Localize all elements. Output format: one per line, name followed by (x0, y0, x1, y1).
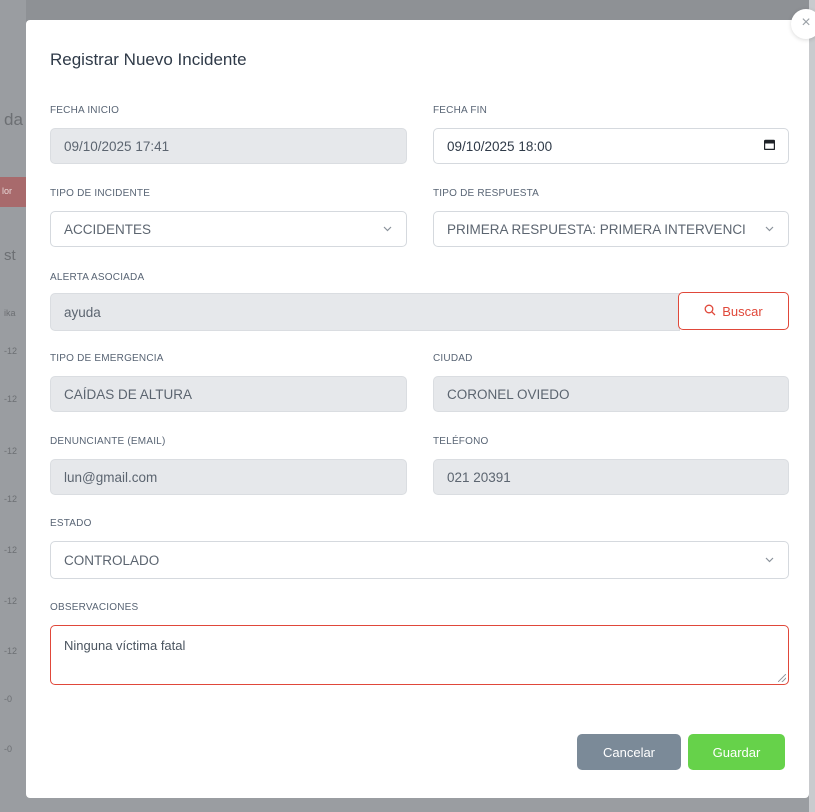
fecha-inicio-value: 09/10/2025 17:41 (64, 138, 170, 154)
fecha-inicio-label: FECHA INICIO (50, 105, 120, 116)
background-text: da (4, 110, 23, 129)
save-button[interactable]: Guardar (688, 734, 785, 770)
alerta-asociada-value: ayuda (64, 304, 101, 320)
fecha-fin-input[interactable]: 09/10/2025 18:00 (433, 128, 789, 164)
background-text: -12 (4, 545, 18, 555)
calendar-icon[interactable] (763, 139, 776, 153)
ciudad-field: CORONEL OVIEDO (433, 376, 789, 412)
denunciante-value: lun@gmail.com (64, 469, 158, 485)
observaciones-textarea[interactable]: Ninguna víctima fatal (50, 625, 789, 685)
tipo-emergencia-field: CAÍDAS DE ALTURA (50, 376, 407, 412)
background-text: -12 (4, 494, 18, 504)
background-text: ika (4, 308, 16, 318)
resize-handle-icon[interactable] (778, 674, 786, 682)
estado-value: CONTROLADO (64, 552, 160, 568)
cancel-button[interactable]: Cancelar (577, 734, 681, 770)
tipo-emergencia-value: CAÍDAS DE ALTURA (64, 386, 193, 402)
alerta-asociada-field: ayuda (50, 293, 680, 331)
background-text: -12 (4, 394, 18, 404)
ciudad-label: CIUDAD (433, 353, 473, 364)
tipo-respuesta-select[interactable]: PRIMERA RESPUESTA: PRIMERA INTERVENCI (433, 211, 789, 247)
tipo-emergencia-label: TIPO DE EMERGENCIA (50, 353, 164, 364)
background-button: lor (0, 177, 26, 207)
estado-select[interactable]: CONTROLADO (50, 541, 789, 579)
denunciante-label: DENUNCIANTE (EMAIL) (50, 436, 166, 447)
chevron-down-icon (763, 224, 775, 235)
background-text: st (4, 247, 16, 264)
background-text: -12 (4, 596, 18, 606)
ciudad-value: CORONEL OVIEDO (447, 386, 570, 402)
tipo-incidente-label: TIPO DE INCIDENTE (50, 188, 151, 199)
telefono-field: 021 20391 (433, 459, 789, 495)
background-page-edge (809, 0, 815, 812)
background-text: -0 (4, 694, 13, 704)
telefono-label: TELÉFONO (433, 436, 489, 447)
incident-modal: Registrar Nuevo Incidente FECHA INICIO 0… (26, 20, 809, 798)
chevron-down-icon (763, 555, 775, 566)
background-text: -12 (4, 646, 18, 656)
tipo-incidente-select[interactable]: ACCIDENTES (50, 211, 407, 247)
buscar-label: Buscar (722, 303, 763, 319)
telefono-value: 021 20391 (447, 469, 511, 485)
modal-title: Registrar Nuevo Incidente (50, 50, 247, 69)
alerta-asociada-label: ALERTA ASOCIADA (50, 272, 145, 283)
close-icon[interactable]: × (791, 9, 815, 39)
observaciones-value: Ninguna víctima fatal (64, 638, 186, 653)
tipo-respuesta-value: PRIMERA RESPUESTA: PRIMERA INTERVENCI (447, 221, 746, 237)
denunciante-field: lun@gmail.com (50, 459, 407, 495)
fecha-fin-value: 09/10/2025 18:00 (447, 138, 553, 154)
tipo-incidente-value: ACCIDENTES (64, 221, 152, 237)
buscar-button[interactable]: Buscar (678, 292, 789, 330)
fecha-inicio-field: 09/10/2025 17:41 (50, 128, 407, 164)
estado-label: ESTADO (50, 518, 92, 529)
background-text: -12 (4, 346, 18, 356)
background-text: -12 (4, 446, 18, 456)
tipo-respuesta-label: TIPO DE RESPUESTA (433, 188, 540, 199)
chevron-down-icon (381, 224, 393, 235)
fecha-fin-label: FECHA FIN (433, 105, 488, 116)
observaciones-label: OBSERVACIONES (50, 602, 139, 613)
search-icon (704, 304, 716, 319)
background-text: -0 (4, 744, 13, 754)
